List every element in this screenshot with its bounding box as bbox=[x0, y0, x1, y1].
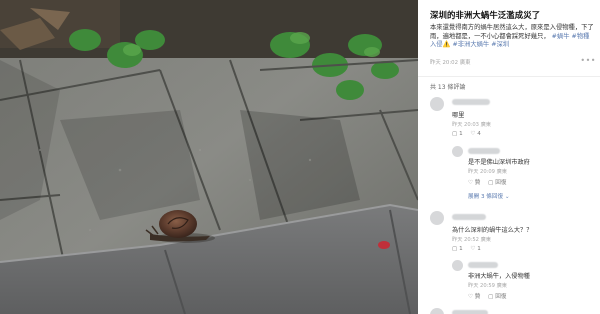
comment-author-name[interactable] bbox=[452, 99, 490, 105]
avatar[interactable] bbox=[452, 260, 463, 271]
reply-date: 昨天 20:59 廣東 bbox=[468, 283, 507, 289]
reply-count-button[interactable]: ▢ 1 bbox=[452, 246, 463, 252]
reply-button[interactable]: ▢ 回復 bbox=[488, 294, 506, 300]
snail-on-pavement-image bbox=[0, 0, 418, 314]
reply-actions: ♡ 贊 ▢ 回復 bbox=[468, 178, 512, 186]
comment-author-name[interactable] bbox=[452, 310, 488, 314]
like-button[interactable]: ♡ 贊 bbox=[468, 180, 480, 186]
comment-author-name[interactable] bbox=[452, 214, 486, 220]
comment-text: 為什么深圳的蝸牛這么大？？ bbox=[452, 227, 533, 234]
like-button[interactable]: ♡ 贊 bbox=[468, 294, 480, 300]
reply-text: 非洲大蝸牛，入侵物種 bbox=[468, 273, 530, 280]
post-date: 昨天 20:02 廣東 bbox=[430, 60, 471, 66]
avatar[interactable] bbox=[452, 146, 463, 157]
comment-actions: ▢ 1 ♡ 4 bbox=[452, 131, 487, 137]
post-tag[interactable]: #非洲大蝸牛 bbox=[452, 41, 489, 48]
comment-text: 哪里 bbox=[452, 112, 465, 119]
post-photo bbox=[0, 0, 418, 314]
post-tag[interactable]: #蝸牛 bbox=[552, 33, 570, 40]
comment-count: 共 13 條評論 bbox=[430, 84, 466, 91]
post-detail-panel: 深圳的非洲大蝸牛泛濫成災了 本來還覺得南方的蝸牛居然這么大，原來是入侵物種，下了… bbox=[418, 0, 600, 314]
comment-actions: ▢ 1 ♡ 1 bbox=[452, 246, 487, 252]
avatar[interactable] bbox=[430, 97, 444, 111]
reply-date: 昨天 20:09 廣東 bbox=[468, 169, 507, 175]
reply-count-button[interactable]: ▢ 1 bbox=[452, 131, 463, 137]
avatar[interactable] bbox=[430, 211, 444, 225]
reply-text: 是不是佛山深圳市政府 bbox=[468, 159, 530, 166]
reply-actions: ♡ 贊 ▢ 回復 bbox=[468, 292, 512, 300]
post-tag[interactable]: #深圳 bbox=[491, 41, 509, 48]
reply-author-name[interactable] bbox=[468, 262, 498, 268]
comment-date: 昨天 20:52 廣東 bbox=[452, 237, 491, 243]
more-options-icon[interactable]: ••• bbox=[580, 56, 596, 65]
like-button[interactable]: ♡ 4 bbox=[470, 131, 480, 137]
reply-button[interactable]: ▢ 回復 bbox=[488, 180, 506, 186]
comment-date: 昨天 20:03 廣東 bbox=[452, 122, 491, 128]
avatar[interactable] bbox=[430, 308, 444, 314]
post-title: 深圳的非洲大蝸牛泛濫成災了 bbox=[430, 10, 541, 20]
expand-replies-link[interactable]: 展開 3 條回復 ⌄ bbox=[468, 192, 510, 200]
like-button[interactable]: ♡ 1 bbox=[470, 246, 480, 252]
reply-author-name[interactable] bbox=[468, 148, 500, 154]
post-body: 本來還覺得南方的蝸牛居然這么大，原來是入侵物種，下了雨，遍地都是，一不小心都會踩… bbox=[430, 24, 595, 50]
divider bbox=[418, 76, 600, 77]
